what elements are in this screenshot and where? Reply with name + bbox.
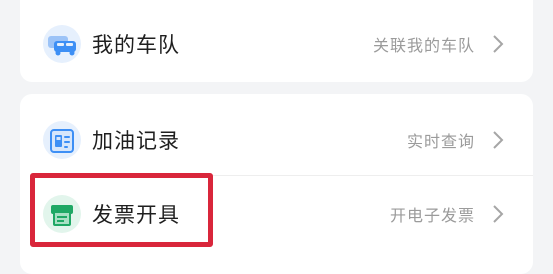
menu-item-invoice-hint: 开电子发票 xyxy=(389,206,475,225)
menu-item-fuel-title: 加油记录 xyxy=(92,129,180,153)
menu-item-fleet[interactable]: 我的车队 关联我的车队 xyxy=(20,8,533,80)
chevron-right-icon xyxy=(493,35,504,53)
menu-item-invoice-title: 发票开具 xyxy=(92,203,180,227)
menu-item-fleet-hint: 关联我的车队 xyxy=(372,36,475,55)
menu-item-fleet-title: 我的车队 xyxy=(92,33,180,57)
menu-item-fuel[interactable]: 加油记录 实时查询 xyxy=(20,104,533,176)
chevron-right-icon xyxy=(493,131,504,149)
fuel-record-icon xyxy=(42,120,82,160)
invoice-printer-icon xyxy=(42,194,82,234)
fleet-card: 我的车队 关联我的车队 xyxy=(20,0,533,82)
menu-item-invoice[interactable]: 发票开具 开电子发票 xyxy=(20,178,533,250)
fleet-car-icon xyxy=(42,24,82,64)
row-divider xyxy=(92,175,533,176)
chevron-right-icon xyxy=(493,205,504,223)
records-card: 加油记录 实时查询 发票开具 开电子发票 xyxy=(20,94,533,274)
menu-item-fuel-hint: 实时查询 xyxy=(406,132,475,151)
